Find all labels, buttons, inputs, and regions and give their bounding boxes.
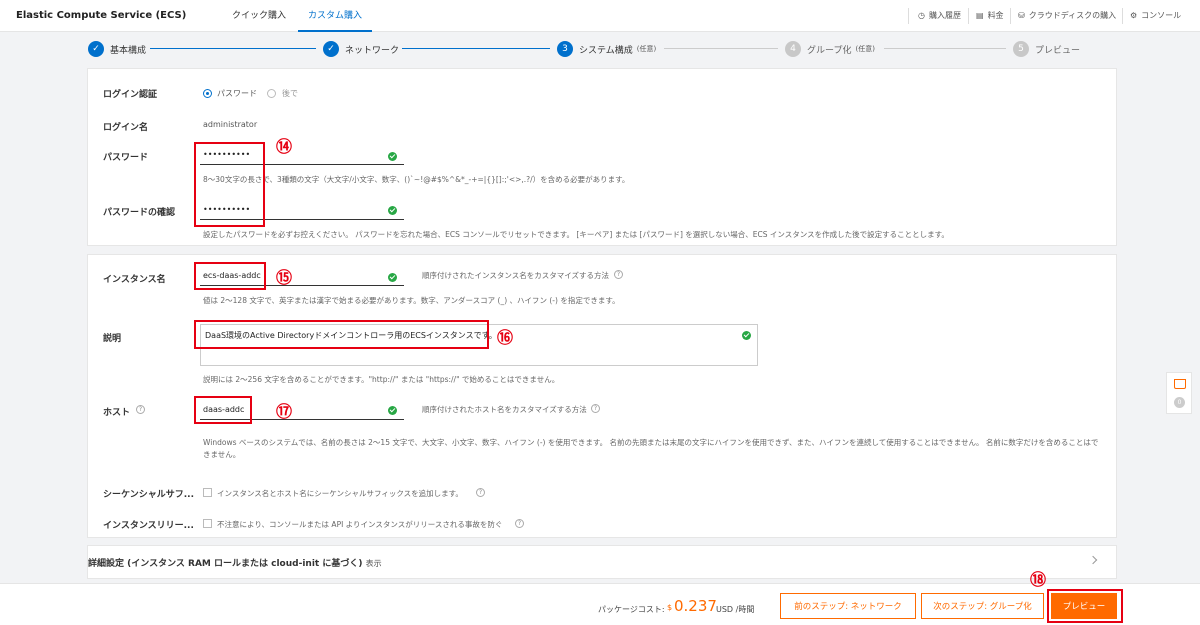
package-cost-unit: USD /時間 bbox=[716, 605, 755, 614]
help-icon[interactable]: ? bbox=[591, 404, 600, 413]
host-custom-link[interactable]: 順序付けされたホスト名をカスタマイズする方法 bbox=[422, 404, 587, 415]
password-confirm-hint: 設定したパスワードを必ずお控えください。 パスワードを忘れた場合、ECS コンソ… bbox=[203, 230, 949, 239]
valid-check-icon bbox=[388, 206, 397, 215]
release-protection-text: 不注意により、コンソールまたは API よりインスタンスがリリースされる事故を防… bbox=[217, 520, 503, 529]
description-hint: 説明には 2～256 文字を含めることができます。"http://" または "… bbox=[203, 375, 560, 384]
valid-check-icon bbox=[388, 152, 397, 161]
release-protection-checkbox[interactable] bbox=[203, 519, 212, 528]
prev-step-button[interactable]: 前のステップ: ネットワーク bbox=[780, 593, 916, 619]
divider bbox=[968, 8, 969, 24]
help-icon[interactable]: ? bbox=[614, 270, 623, 279]
check-icon: ✓ bbox=[323, 41, 339, 57]
sequential-suffix-label: シーケンシャルサフ... bbox=[103, 490, 194, 500]
console-link[interactable]: ⚙ コンソール bbox=[1130, 10, 1181, 21]
release-protection-label: インスタンスリリー... bbox=[103, 521, 194, 531]
step-preview[interactable]: 5 プレビュー bbox=[1013, 41, 1080, 57]
step-grouping[interactable]: 4 グループ化 (任意) bbox=[785, 41, 875, 57]
clock-icon: ◷ bbox=[918, 11, 925, 20]
step-basic[interactable]: ✓ 基本構成 bbox=[88, 41, 146, 57]
product-title: Elastic Compute Service (ECS) bbox=[16, 10, 187, 21]
annotation-box-18 bbox=[1047, 589, 1123, 623]
radio-password[interactable] bbox=[203, 89, 212, 98]
login-auth-label: ログイン認証 bbox=[103, 90, 158, 100]
cart-count-badge: 0 bbox=[1174, 397, 1185, 408]
annotation-number-18: ⑱ bbox=[1030, 570, 1047, 589]
next-step-button[interactable]: 次のステップ: グループ化 bbox=[921, 593, 1044, 619]
annotation-number-14: ⑭ bbox=[276, 137, 293, 156]
step-connector bbox=[884, 48, 1006, 49]
divider bbox=[1122, 8, 1123, 24]
top-nav-bar: Elastic Compute Service (ECS) クイック購入 カスタ… bbox=[0, 0, 1200, 32]
tab-custom-purchase[interactable]: カスタム購入 bbox=[298, 0, 373, 32]
divider bbox=[908, 8, 909, 24]
help-icon[interactable]: ? bbox=[476, 488, 485, 497]
sequential-suffix-text: インスタンス名とホスト名にシーケンシャルサフィックスを追加します。 bbox=[217, 489, 463, 498]
gear-icon: ⚙ bbox=[1130, 11, 1138, 20]
annotation-box-14 bbox=[194, 142, 265, 227]
package-cost-label: パッケージコスト: bbox=[598, 605, 665, 614]
radio-password-label: パスワード bbox=[217, 89, 257, 98]
disk-icon: ⛁ bbox=[1018, 11, 1025, 20]
step-connector bbox=[664, 48, 778, 49]
step-system-config[interactable]: 3 システム構成 (任意) bbox=[557, 41, 656, 57]
annotation-number-17: ⑰ bbox=[276, 402, 293, 421]
divider bbox=[1010, 8, 1011, 24]
annotation-box-17 bbox=[194, 396, 252, 424]
pricing-link[interactable]: ▤ 料金 bbox=[976, 10, 1004, 21]
price-icon: ▤ bbox=[976, 11, 984, 20]
sequential-suffix-checkbox[interactable] bbox=[203, 488, 212, 497]
help-icon[interactable]: ? bbox=[136, 405, 145, 414]
tab-quick-purchase[interactable]: クイック購入 bbox=[232, 0, 286, 32]
annotation-number-15: ⑮ bbox=[276, 268, 293, 287]
help-icon[interactable]: ? bbox=[515, 519, 524, 528]
cart-icon bbox=[1174, 379, 1186, 389]
valid-check-icon bbox=[742, 331, 751, 340]
buy-disk-link[interactable]: ⛁ クラウドディスクの購入 bbox=[1018, 10, 1116, 21]
instance-name-label: インスタンス名 bbox=[103, 275, 166, 285]
instance-name-custom-link[interactable]: 順序付けされたインスタンス名をカスタマイズする方法 bbox=[422, 270, 609, 281]
advanced-settings-label: 詳細設定 (インスタンス RAM ロールまたは cloud-init に基づく)… bbox=[88, 559, 382, 569]
host-hint: Windows ベースのシステムでは、名前の長さは 2～15 文字で、大文字、小… bbox=[203, 438, 1099, 459]
step-connector bbox=[402, 48, 550, 49]
package-cost-value: 0.237 bbox=[674, 597, 717, 615]
wizard-stepper: ✓ 基本構成 ✓ ネットワーク 3 システム構成 (任意) 4 グループ化 (任… bbox=[0, 33, 1200, 65]
annotation-box-15 bbox=[194, 262, 266, 290]
host-label: ホスト bbox=[103, 408, 131, 418]
password-label: パスワード bbox=[103, 153, 149, 163]
password-hint: 8～30文字の長さで、3種類の文字（大文字/小文字、数字、()`~!@#$%^&… bbox=[203, 175, 630, 184]
radio-later-label: 後で bbox=[282, 89, 298, 98]
step-connector bbox=[150, 48, 316, 49]
check-icon: ✓ bbox=[88, 41, 104, 57]
valid-check-icon bbox=[388, 273, 397, 282]
login-name-label: ログイン名 bbox=[103, 123, 149, 133]
instance-name-hint: 値は 2～128 文字で、英字または漢字で始まる必要があります。数字、アンダース… bbox=[203, 296, 620, 305]
password-confirm-label: パスワードの確認 bbox=[103, 208, 176, 218]
radio-later[interactable] bbox=[267, 89, 276, 98]
annotation-box-16 bbox=[194, 320, 489, 349]
cart-widget[interactable]: 0 bbox=[1166, 372, 1192, 414]
valid-check-icon bbox=[388, 406, 397, 415]
currency-symbol: $ bbox=[667, 603, 673, 612]
login-name-value: administrator bbox=[203, 120, 258, 129]
step-network[interactable]: ✓ ネットワーク bbox=[323, 41, 399, 57]
annotation-number-16: ⑯ bbox=[497, 328, 514, 347]
purchase-history-link[interactable]: ◷ 購入履歴 bbox=[918, 10, 961, 21]
description-label: 説明 bbox=[103, 334, 122, 344]
